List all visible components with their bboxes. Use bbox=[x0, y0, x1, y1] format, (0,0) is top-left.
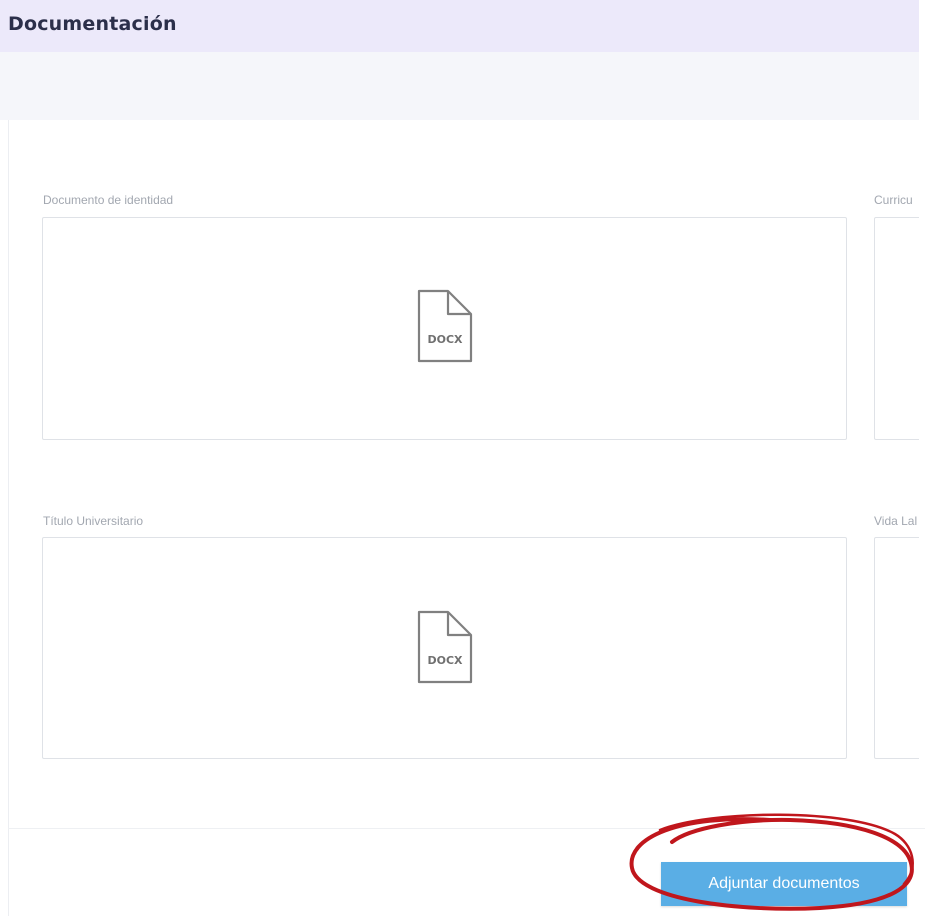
viewport-edge bbox=[919, 0, 925, 916]
document-label-identity: Documento de identidad bbox=[43, 193, 174, 207]
document-label-degree: Título Universitario bbox=[43, 514, 144, 528]
footer-divider bbox=[8, 828, 925, 829]
docx-file-icon: DOCX bbox=[417, 610, 473, 684]
document-label-work-life: Vida Lal bbox=[874, 514, 918, 528]
document-dropzone-curriculum[interactable] bbox=[874, 217, 925, 440]
docx-file-icon: DOCX bbox=[417, 289, 473, 363]
file-type-text: DOCX bbox=[427, 333, 463, 346]
file-type-text: DOCX bbox=[427, 654, 463, 667]
page-title: Documentación bbox=[8, 13, 177, 35]
document-dropzone-identity[interactable]: DOCX bbox=[42, 217, 847, 440]
attach-documents-button[interactable]: Adjuntar documentos bbox=[661, 862, 907, 906]
document-dropzone-degree[interactable]: DOCX bbox=[42, 537, 847, 759]
document-dropzone-work-life[interactable] bbox=[874, 537, 925, 759]
page-header: Documentación bbox=[0, 0, 925, 52]
document-label-curriculum: Curricu bbox=[874, 193, 913, 207]
subheader-bar bbox=[0, 52, 925, 120]
